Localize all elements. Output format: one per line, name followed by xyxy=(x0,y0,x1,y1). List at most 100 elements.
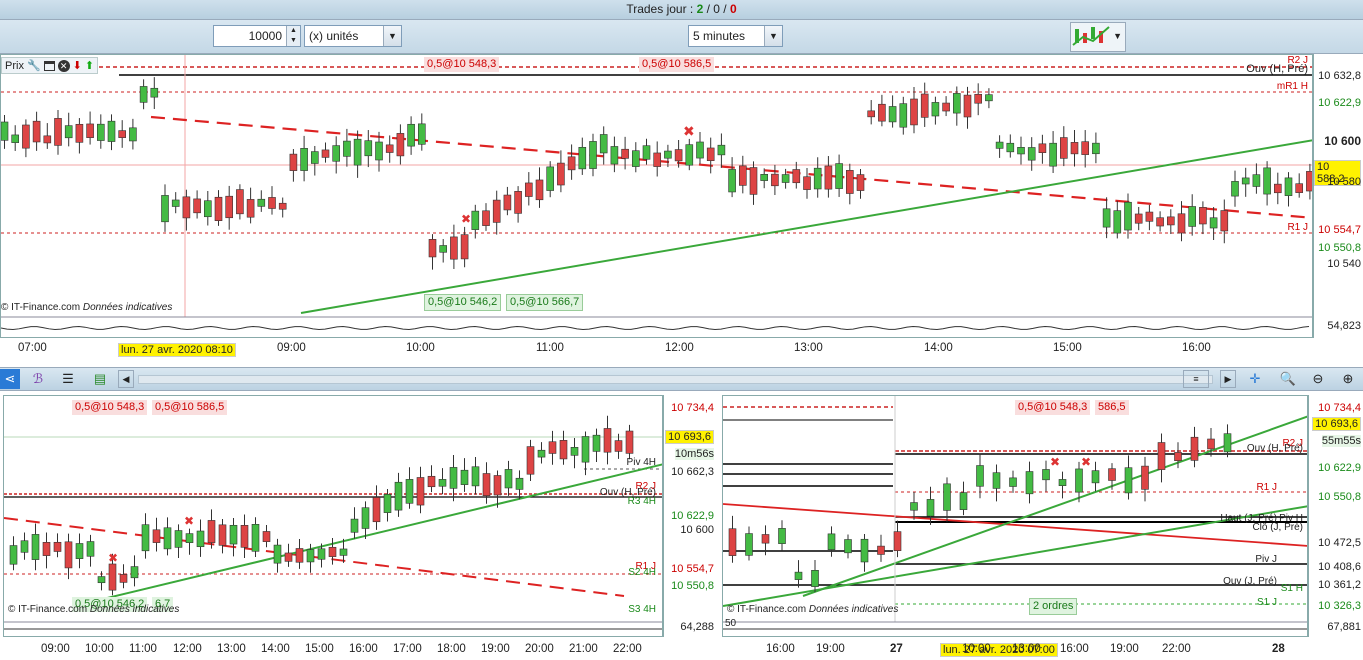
quantity-input[interactable]: 10000 ▲ ▼ xyxy=(213,25,301,47)
candle xyxy=(557,162,565,186)
level-label: S1 J xyxy=(1256,597,1277,608)
candle xyxy=(844,539,852,554)
scroll-thumb-icon[interactable]: ≡ xyxy=(1183,370,1209,388)
quantity-stepper[interactable]: ▲ ▼ xyxy=(286,26,300,46)
candle xyxy=(42,542,51,556)
candle xyxy=(559,440,568,460)
candle xyxy=(1145,211,1154,222)
time-label: 17:00 xyxy=(393,643,422,655)
main-price-chart[interactable]: ✖ ✖ Prix 🔧 ✕ ⬇ ⬆ 0,5@10 548,3 0,5@10 586,… xyxy=(0,54,1313,338)
candle xyxy=(992,472,1001,489)
order-label[interactable]: 0,5@10 566,7 xyxy=(506,294,584,311)
time-label: 10:00 xyxy=(85,643,114,655)
level-label: Piv J xyxy=(1255,554,1277,565)
candle xyxy=(1223,433,1232,453)
candle xyxy=(899,103,908,128)
order-label[interactable]: 586,5 xyxy=(1095,400,1129,415)
unit-select[interactable]: (x) unités ▼ xyxy=(304,25,402,47)
time-label: 28 xyxy=(1272,643,1285,655)
time-label: 09:00 xyxy=(277,342,306,354)
chevron-down-icon[interactable]: ▼ xyxy=(764,26,782,46)
order-label[interactable]: 0,5@10 586,5 xyxy=(152,400,228,415)
order-label[interactable]: 0,5@10 586,5 xyxy=(639,57,715,72)
candle xyxy=(1177,213,1186,234)
wrench-icon[interactable]: 🔧 xyxy=(27,59,41,72)
zoom-fit-icon[interactable]: 🔍 xyxy=(1278,369,1298,389)
candle xyxy=(824,165,833,190)
trendline-green xyxy=(802,415,1307,597)
order-label[interactable]: 0,5@10 548,3 xyxy=(72,400,148,415)
window-icon[interactable] xyxy=(43,60,55,71)
arrow-up-icon[interactable]: ⬆ xyxy=(85,59,94,72)
time-label: 19:00 xyxy=(481,643,510,655)
period-select-value: 5 minutes xyxy=(693,29,746,43)
candle xyxy=(1284,177,1293,196)
candle xyxy=(778,528,786,544)
zoom-out-icon[interactable]: ⊖ xyxy=(1308,369,1328,389)
time-label: 21:00 xyxy=(569,643,598,655)
period-select[interactable]: 5 minutes ▼ xyxy=(688,25,783,47)
scroll-right-icon[interactable]: ▶ xyxy=(1220,370,1236,388)
level-label: Ouv (H, Pré) xyxy=(1246,63,1308,75)
candle xyxy=(1199,207,1207,225)
left-price-chart[interactable]: ✖ ✖ 0,5@10 548,3 0,5@10 586,5 0,5@10 546,… xyxy=(3,395,663,637)
candle xyxy=(1209,217,1218,229)
candle xyxy=(1038,143,1047,153)
time-label: 19:00 xyxy=(1110,643,1139,655)
candle xyxy=(1167,216,1175,226)
order-label[interactable]: 0,5@10 548,3 xyxy=(1015,400,1091,415)
draw-tool-icon[interactable]: ℬ xyxy=(28,369,48,389)
candle xyxy=(856,174,865,191)
candle xyxy=(599,134,608,154)
candle xyxy=(257,198,266,207)
candle xyxy=(268,197,276,209)
candle xyxy=(959,492,968,510)
time-label: 10:00 xyxy=(962,643,991,655)
trades-status-bar: Trades jour : 2 / 0 / 0 xyxy=(0,0,1363,20)
order-label[interactable]: 0,5@10 548,3 xyxy=(424,57,500,72)
candle xyxy=(185,533,194,543)
candle xyxy=(1241,177,1250,185)
candle xyxy=(728,169,736,193)
candle xyxy=(1188,206,1196,227)
layout-icon[interactable]: ▤ xyxy=(90,369,110,389)
order-label[interactable]: 0,5@10 546,2 xyxy=(424,294,502,311)
candle xyxy=(321,149,330,158)
candle xyxy=(86,123,94,138)
list-icon[interactable]: ☰ xyxy=(58,369,78,389)
candle xyxy=(976,465,984,487)
share-icon[interactable]: ⋖ xyxy=(0,369,20,389)
candle xyxy=(278,202,287,210)
candle xyxy=(460,234,469,260)
copyright-note: © IT-Finance.com Données indicatives xyxy=(1,302,173,313)
chart-type-button[interactable]: ▼ xyxy=(1070,22,1126,52)
candle xyxy=(760,174,769,181)
right-price-chart[interactable]: ✖ ✖ 0,5@10 548,3 586,5 R2 J Ouv (H, Pré) … xyxy=(722,395,1308,637)
y-label: 10 554,7 xyxy=(1318,224,1361,236)
candle xyxy=(706,147,715,161)
close-icon[interactable]: ✕ xyxy=(57,59,70,72)
time-label: 16:00 xyxy=(349,643,378,655)
copyright-note: © IT-Finance.com Données indicatives xyxy=(727,604,899,615)
candle xyxy=(943,483,951,511)
left-price-axis: 10 734,4 10 693,6 10m56s 10 662,3 10 622… xyxy=(663,395,716,637)
crosshair-icon[interactable]: ✛ xyxy=(1245,369,1265,389)
candle xyxy=(674,149,683,162)
time-label: 14:00 xyxy=(924,342,953,354)
candle xyxy=(578,146,587,170)
candle xyxy=(9,545,18,565)
level-label: Ouv (J, Pré) xyxy=(1223,576,1277,587)
arrow-down-icon[interactable]: ⬇ xyxy=(73,59,82,72)
horizontal-scrollbar[interactable] xyxy=(138,375,1213,384)
candle xyxy=(32,120,41,143)
orders-badge[interactable]: 2 ordres xyxy=(1029,598,1078,615)
candle xyxy=(364,140,373,157)
chevron-down-icon[interactable]: ▼ xyxy=(383,26,401,46)
scroll-left-icon[interactable]: ◀ xyxy=(118,370,134,388)
candle xyxy=(75,543,84,559)
candle xyxy=(1075,468,1083,493)
zoom-in-icon[interactable]: ⊕ xyxy=(1338,369,1358,389)
level-label: mR1 H xyxy=(1276,81,1308,92)
candle xyxy=(738,165,747,186)
time-label: 12:00 xyxy=(665,342,694,354)
